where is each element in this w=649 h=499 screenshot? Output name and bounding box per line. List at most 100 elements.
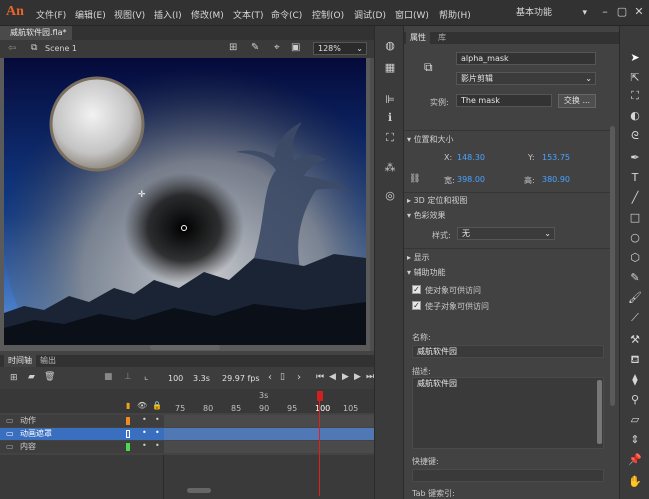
close-icon[interactable]: ✕ (631, 4, 647, 20)
eyedropper-tool-icon[interactable]: ⚲ (626, 392, 644, 408)
playhead-handle[interactable] (317, 391, 323, 401)
menu-debug[interactable]: 调试(D) (354, 8, 386, 21)
tab-output[interactable]: 输出 (36, 355, 60, 367)
paint-bucket-tool-icon[interactable]: ⛾ (626, 352, 644, 368)
section-color-effect[interactable]: ▾ 色彩效果 (407, 210, 446, 221)
selection-tool-icon[interactable]: ➤ (626, 50, 644, 66)
style-select[interactable]: 无 ⌄ (457, 227, 555, 240)
menu-modify[interactable]: 修改(M) (191, 8, 224, 21)
brush-tool-icon[interactable]: 🖌 (626, 290, 644, 306)
oval-tool-icon[interactable]: ○ (626, 230, 644, 246)
layer-color-swatch[interactable] (126, 417, 130, 425)
bone-tool-icon[interactable]: ⚒ (626, 332, 644, 348)
subselection-tool-icon[interactable]: ⇱ (626, 70, 644, 86)
lock-dot[interactable]: • (155, 441, 160, 450)
lock-dot[interactable]: • (155, 415, 160, 424)
section-position-size[interactable]: ▾ 位置和大小 (407, 134, 454, 145)
zoom-select[interactable]: 128% ⌄ (313, 42, 367, 55)
description-scrollbar[interactable] (597, 380, 602, 444)
text-tool-icon[interactable]: T (626, 170, 644, 186)
free-transform-tool-icon[interactable]: ⛶ (626, 88, 644, 104)
instance-name-field[interactable]: alpha_mask (456, 52, 596, 65)
menu-window[interactable]: 窗口(W) (395, 8, 429, 21)
components-icon[interactable]: ⁂ (382, 160, 398, 176)
maximize-icon[interactable]: ▢ (614, 4, 630, 20)
minimize-icon[interactable]: – (597, 4, 613, 20)
current-frame[interactable]: 100 (168, 374, 183, 383)
new-layer-icon[interactable]: ⊞ (10, 373, 18, 383)
instance-of-field[interactable]: The mask (456, 94, 552, 107)
color-wheel-icon[interactable]: ◍ (382, 38, 398, 54)
3d-rotation-tool-icon[interactable]: ◐ (626, 108, 644, 124)
layer-color-swatch[interactable] (126, 430, 130, 438)
menu-insert[interactable]: 插入(I) (154, 8, 182, 21)
clip-stage-icon[interactable]: ▣ (291, 42, 300, 53)
accessible-children-checkbox[interactable]: ✓ (412, 301, 421, 310)
menu-edit[interactable]: 编辑(E) (75, 8, 106, 21)
edit-scene-icon[interactable]: ⊞ (229, 42, 237, 53)
ink-bottle-tool-icon[interactable]: ⧫ (626, 372, 644, 388)
cc-libraries-icon[interactable]: ◎ (382, 188, 398, 204)
stage-canvas[interactable]: ✛ (4, 58, 366, 345)
camera-icon[interactable]: ■ (104, 372, 113, 382)
playhead[interactable] (317, 391, 323, 496)
transform-icon[interactable]: ⛶ (382, 130, 398, 146)
section-display[interactable]: ▸ 显示 (407, 252, 430, 263)
y-value[interactable]: 153.75 (542, 153, 570, 162)
layer-frames[interactable] (164, 441, 374, 453)
stage-hscrollbar[interactable] (150, 345, 220, 350)
lock-icon[interactable]: 🔒 (152, 401, 162, 410)
name-field[interactable]: 威航软件园 (412, 345, 604, 358)
elapsed-time[interactable]: 3.3s (193, 374, 210, 383)
lock-dot[interactable]: • (155, 428, 160, 437)
layer-frames[interactable] (164, 428, 374, 440)
hand-tool-icon[interactable]: ✋ (626, 474, 644, 490)
rectangle-tool-icon[interactable]: □ (626, 210, 644, 226)
chevron-right-icon[interactable]: › (297, 372, 301, 383)
x-value[interactable]: 148.30 (457, 153, 485, 162)
workspace-select[interactable]: 基本功能 ▾ (511, 5, 591, 21)
link-icon[interactable]: ⛓ (409, 174, 420, 184)
frame-rate[interactable]: 29.97 fps (222, 374, 260, 383)
align-icon[interactable]: ⊫ (382, 92, 398, 108)
pen-tool-icon[interactable]: ✒ (626, 150, 644, 166)
symbol-type-select[interactable]: 影片剪辑 ⌄ (456, 72, 596, 85)
parenting-icon[interactable]: ⊥ (124, 372, 132, 382)
paint-brush-tool-icon[interactable]: ⟋ (626, 310, 644, 326)
lasso-tool-icon[interactable]: ᘓ (626, 128, 644, 144)
height-value[interactable]: 380.90 (542, 175, 570, 184)
delete-layer-icon[interactable]: 🗑 (44, 372, 55, 382)
layer-name[interactable]: 动画遮罩 (20, 428, 52, 440)
menu-control[interactable]: 控制(O) (312, 8, 344, 21)
polystar-tool-icon[interactable]: ⬡ (626, 250, 644, 266)
menu-text[interactable]: 文本(T) (233, 8, 264, 21)
line-tool-icon[interactable]: ╱ (626, 190, 644, 206)
width-value[interactable]: 398.00 (457, 175, 485, 184)
edit-symbol-icon[interactable]: ✎ (251, 42, 259, 53)
pin-tool-icon[interactable]: 📌 (626, 452, 644, 468)
section-accessibility[interactable]: ▾ 辅助功能 (407, 267, 446, 278)
tab-properties[interactable]: 属性 (406, 32, 430, 44)
next-frame-icon[interactable]: ▶ (354, 372, 361, 382)
swatches-icon[interactable]: ▦ (382, 60, 398, 76)
tab-library[interactable]: 库 (434, 32, 450, 44)
graph-icon[interactable]: ⌞ (144, 372, 148, 382)
new-folder-icon[interactable]: ▰ (28, 372, 35, 382)
play-icon[interactable]: ▶ (342, 372, 349, 382)
section-3d[interactable]: ▸ 3D 定位和视图 (407, 195, 467, 206)
chevron-left-icon[interactable]: ‹ (268, 372, 272, 383)
pencil-tool-icon[interactable]: ✎ (626, 270, 644, 286)
menu-help[interactable]: 帮助(H) (439, 8, 471, 21)
visible-dot[interactable]: • (142, 428, 147, 437)
description-field[interactable]: 威航软件园 (412, 377, 604, 449)
menu-view[interactable]: 视图(V) (114, 8, 145, 21)
layer-frames[interactable] (164, 415, 374, 427)
timeline-hscrollbar[interactable] (187, 488, 211, 493)
center-stage-icon[interactable]: ⌖ (274, 42, 280, 53)
first-frame-icon[interactable]: ⏮ (316, 372, 324, 382)
width-tool-icon[interactable]: ⇕ (626, 432, 644, 448)
layer-color-swatch[interactable] (126, 443, 130, 451)
menu-commands[interactable]: 命令(C) (271, 8, 302, 21)
menu-file[interactable]: 文件(F) (36, 8, 66, 21)
swap-button[interactable]: 交换 ... (558, 94, 596, 108)
